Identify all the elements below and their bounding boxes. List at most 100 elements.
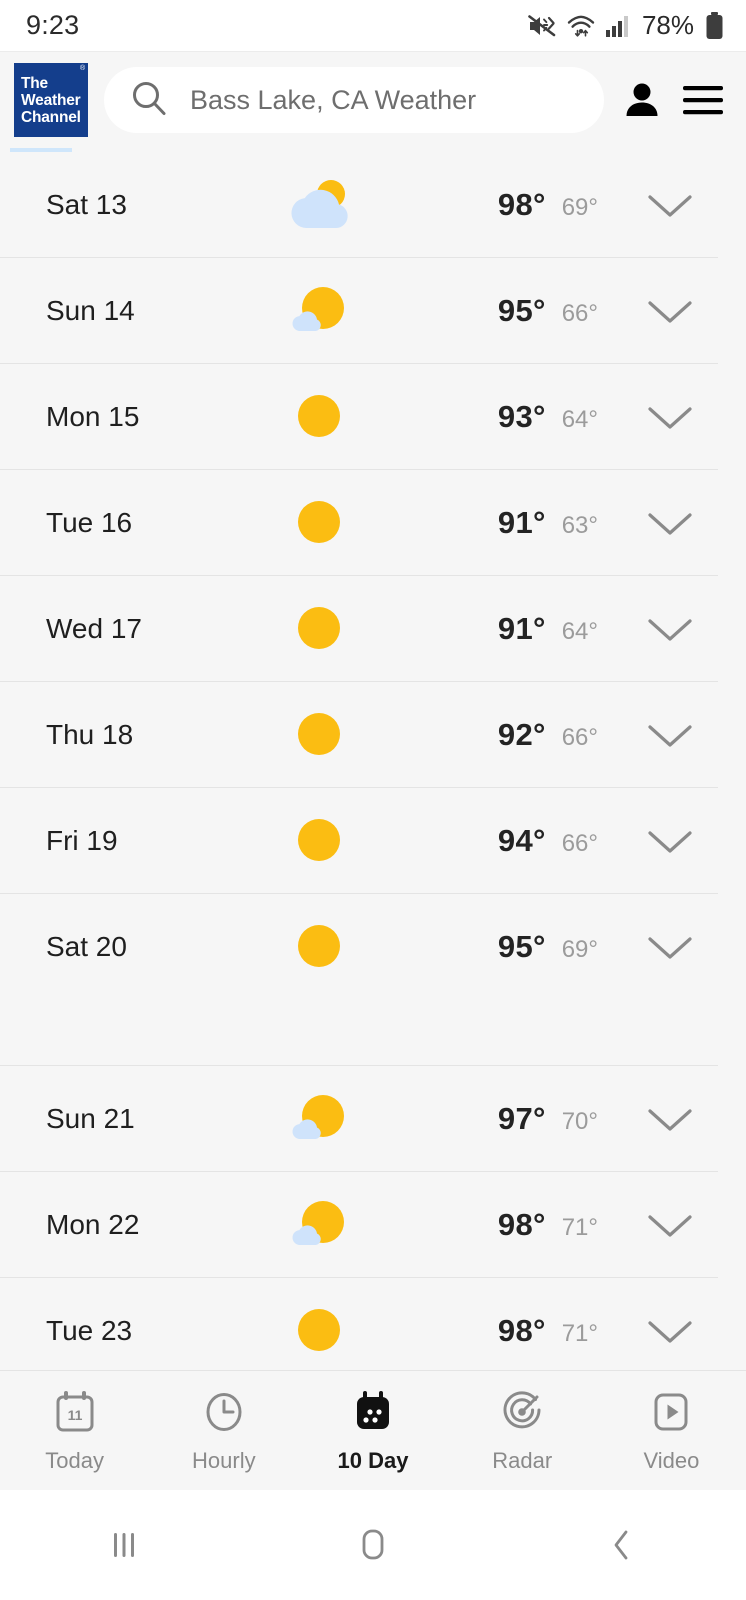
ten-day-forecast-list[interactable]: Sat 13 98° 69° Sun 14 95° 66° Mon 15 93° 64° Tue … — [0, 148, 746, 1370]
recents-button[interactable] — [0, 1523, 249, 1567]
forecast-day-label: Sat 20 — [46, 931, 127, 962]
registered-mark: ® — [80, 65, 85, 72]
forecast-day-label: Wed 17 — [46, 612, 142, 644]
expand-row-button[interactable] — [622, 401, 718, 433]
android-navigation-bar — [0, 1490, 746, 1600]
high-temperature: 91° — [497, 610, 546, 646]
home-icon — [362, 1529, 384, 1560]
tab-hourly[interactable]: Hourly — [149, 1371, 298, 1490]
high-temperature: 93° — [497, 398, 546, 434]
tab-label-hourly: Hourly — [192, 1447, 256, 1473]
forecast-day-label: Sun 14 — [46, 294, 135, 326]
table-row[interactable]: Sun 21 97° 70° — [0, 1066, 718, 1172]
search-icon — [130, 79, 168, 122]
table-row[interactable]: Wed 17 91° 64° — [0, 576, 718, 682]
home-button[interactable] — [249, 1523, 498, 1567]
logo-line-2: Weather — [21, 91, 81, 109]
clock-icon — [202, 1388, 246, 1436]
status-bar: 9:23 78% — [0, 0, 746, 52]
table-row[interactable]: Sat 20 95° 69° — [0, 894, 718, 1000]
expand-row-button[interactable] — [622, 1209, 718, 1241]
high-temperature: 97° — [497, 1100, 546, 1136]
low-temperature: 71° — [561, 1319, 598, 1347]
high-temperature: 98° — [497, 1206, 546, 1242]
calendar-10day-icon — [351, 1388, 395, 1436]
high-temperature: 92° — [497, 716, 546, 752]
status-indicators: 78% — [527, 10, 724, 41]
high-temperature: 98° — [497, 186, 546, 222]
expand-row-button[interactable] — [622, 1315, 718, 1347]
table-row[interactable]: Fri 19 94° 66° — [0, 788, 718, 894]
low-temperature: 66° — [561, 299, 598, 327]
expand-row-button[interactable] — [622, 719, 718, 751]
forecast-day-label: Tue 23 — [46, 1314, 133, 1346]
recents-icon — [114, 1533, 135, 1557]
wifi-icon — [566, 13, 596, 39]
expand-row-button[interactable] — [622, 613, 718, 645]
battery-icon — [705, 11, 724, 40]
sunny-icon — [260, 386, 378, 448]
tab-10-day[interactable]: 10 Day — [298, 1371, 447, 1490]
forecast-day-label: Sun 21 — [46, 1102, 135, 1134]
high-temperature: 98° — [497, 1312, 546, 1348]
weather-channel-logo[interactable]: ® The Weather Channel — [14, 63, 88, 137]
today-date-number: 11 — [67, 1407, 82, 1423]
expand-row-button[interactable] — [622, 1103, 718, 1135]
logo-line-1: The — [21, 74, 48, 92]
mostly-sunny-icon — [260, 1194, 378, 1256]
forecast-day-label: Thu 18 — [46, 718, 134, 750]
forecast-day-label: Fri 19 — [46, 824, 118, 856]
cellular-signal-icon — [605, 14, 631, 38]
sunny-icon — [260, 492, 378, 554]
search-input[interactable]: Bass Lake, CA Weather — [104, 67, 604, 133]
video-play-icon — [649, 1388, 693, 1436]
sunny-icon — [260, 810, 378, 872]
low-temperature: 64° — [561, 405, 598, 433]
high-temperature: 91° — [497, 504, 546, 540]
expand-row-button[interactable] — [622, 295, 718, 327]
table-row[interactable]: Tue 23 98° 71° — [0, 1278, 718, 1370]
app-header: ® The Weather Channel Bass Lake, CA Weat… — [0, 52, 746, 148]
low-temperature: 63° — [561, 511, 598, 539]
tab-label-video: Video — [643, 1447, 700, 1473]
sunny-icon — [260, 704, 378, 766]
high-temperature: 94° — [497, 822, 546, 858]
sunny-icon — [260, 916, 378, 978]
sunny-icon — [260, 1300, 378, 1362]
high-temperature: 95° — [497, 929, 546, 964]
table-row[interactable]: Mon 22 98° 71° — [0, 1172, 718, 1278]
menu-button[interactable] — [680, 80, 726, 120]
bottom-tab-bar: 11 Today Hourly 10 Day Radar Video — [0, 1370, 746, 1490]
table-row[interactable]: Thu 18 92° 66° — [0, 682, 718, 788]
low-temperature: 66° — [561, 829, 598, 857]
radar-icon — [499, 1388, 545, 1436]
table-row[interactable]: Sat 13 98° 69° — [0, 152, 718, 258]
hamburger-menu-icon — [683, 86, 723, 115]
sunny-icon — [260, 598, 378, 660]
mostly-sunny-icon — [260, 280, 378, 342]
tab-radar[interactable]: Radar — [448, 1371, 597, 1490]
battery-percent: 78% — [641, 10, 694, 40]
tab-label-today: Today — [45, 1447, 104, 1473]
forecast-day-label: Mon 22 — [46, 1208, 140, 1240]
low-temperature: 64° — [561, 617, 598, 645]
tab-video[interactable]: Video — [597, 1371, 746, 1490]
expand-row-button[interactable] — [622, 189, 718, 221]
table-row[interactable]: Sun 14 95° 66° — [0, 258, 718, 364]
account-button[interactable] — [620, 78, 664, 122]
expand-row-button[interactable] — [622, 507, 718, 539]
high-temperature: 95° — [497, 292, 546, 328]
list-section-spacer — [0, 1000, 718, 1066]
forecast-day-label: Tue 16 — [46, 506, 133, 538]
tab-label-radar: Radar — [492, 1447, 553, 1473]
table-row[interactable]: Tue 16 91° 63° — [0, 470, 718, 576]
expand-row-button[interactable] — [622, 825, 718, 857]
low-temperature: 66° — [561, 723, 598, 751]
tab-label-10-day: 10 Day — [337, 1447, 409, 1473]
expand-row-button[interactable] — [622, 931, 718, 963]
back-button[interactable] — [497, 1523, 746, 1567]
tab-today[interactable]: 11 Today — [0, 1371, 149, 1490]
table-row[interactable]: Mon 15 93° 64° — [0, 364, 718, 470]
person-icon — [626, 83, 658, 116]
calendar-day-icon: 11 — [53, 1388, 97, 1436]
